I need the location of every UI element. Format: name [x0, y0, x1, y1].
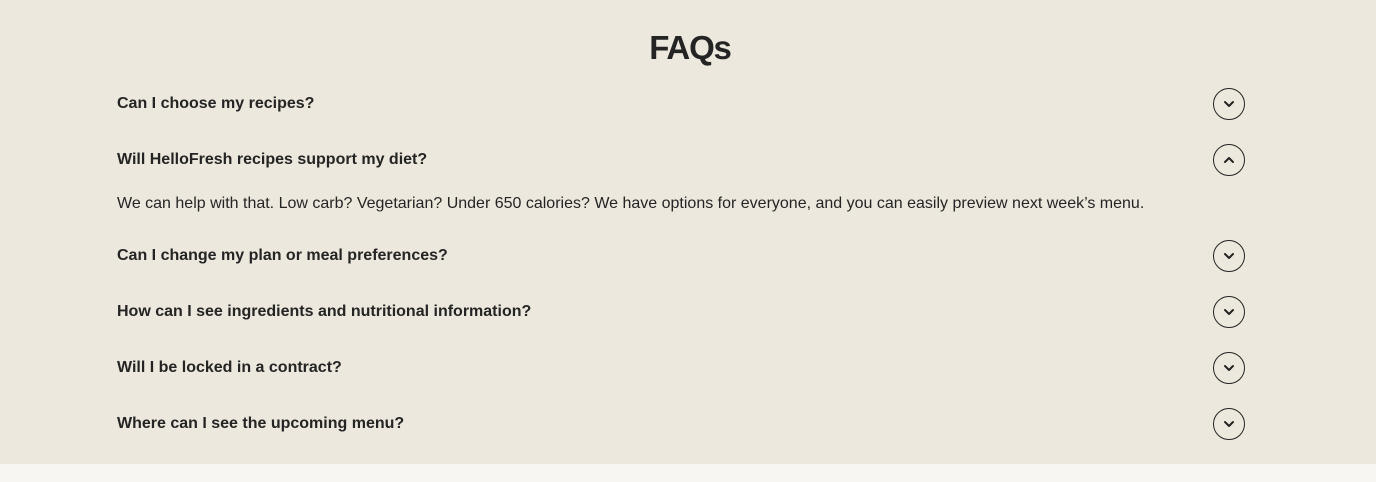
chevron-down-icon [1224, 309, 1234, 315]
faq-question[interactable]: Can I change my plan or meal preferences… [117, 246, 448, 266]
chevron-down-icon [1224, 101, 1234, 107]
faq-question[interactable]: Where can I see the upcoming menu? [117, 414, 404, 434]
chevron-down-icon [1224, 253, 1234, 259]
chevron-down-icon [1224, 421, 1234, 427]
expand-button[interactable] [1213, 88, 1245, 120]
faq-item-diet-support[interactable]: Will HelloFresh recipes support my diet? [117, 140, 1245, 180]
collapse-button[interactable] [1213, 144, 1245, 176]
faq-question[interactable]: Will HelloFresh recipes support my diet? [117, 150, 427, 170]
expand-button[interactable] [1213, 352, 1245, 384]
chevron-down-icon [1224, 365, 1234, 371]
faq-item-change-plan[interactable]: Can I change my plan or meal preferences… [117, 236, 1245, 276]
faq-item-upcoming-menu[interactable]: Where can I see the upcoming menu? [117, 404, 1245, 444]
faq-item-ingredients-nutrition[interactable]: How can I see ingredients and nutritiona… [117, 292, 1245, 332]
faq-section: FAQs Can I choose my recipes? Will Hello… [0, 0, 1376, 464]
faq-question[interactable]: Will I be locked in a contract? [117, 358, 342, 378]
faq-question[interactable]: Can I choose my recipes? [117, 94, 314, 114]
faq-item-contract[interactable]: Will I be locked in a contract? [117, 348, 1245, 388]
chevron-up-icon [1224, 157, 1234, 163]
expand-button[interactable] [1213, 296, 1245, 328]
expand-button[interactable] [1213, 240, 1245, 272]
faq-answer: We can help with that. Low carb? Vegetar… [117, 195, 1145, 212]
faq-item-choose-recipes[interactable]: Can I choose my recipes? [117, 84, 1245, 124]
faq-title: FAQs [649, 29, 732, 66]
expand-button[interactable] [1213, 408, 1245, 440]
faq-question[interactable]: How can I see ingredients and nutritiona… [117, 302, 531, 322]
